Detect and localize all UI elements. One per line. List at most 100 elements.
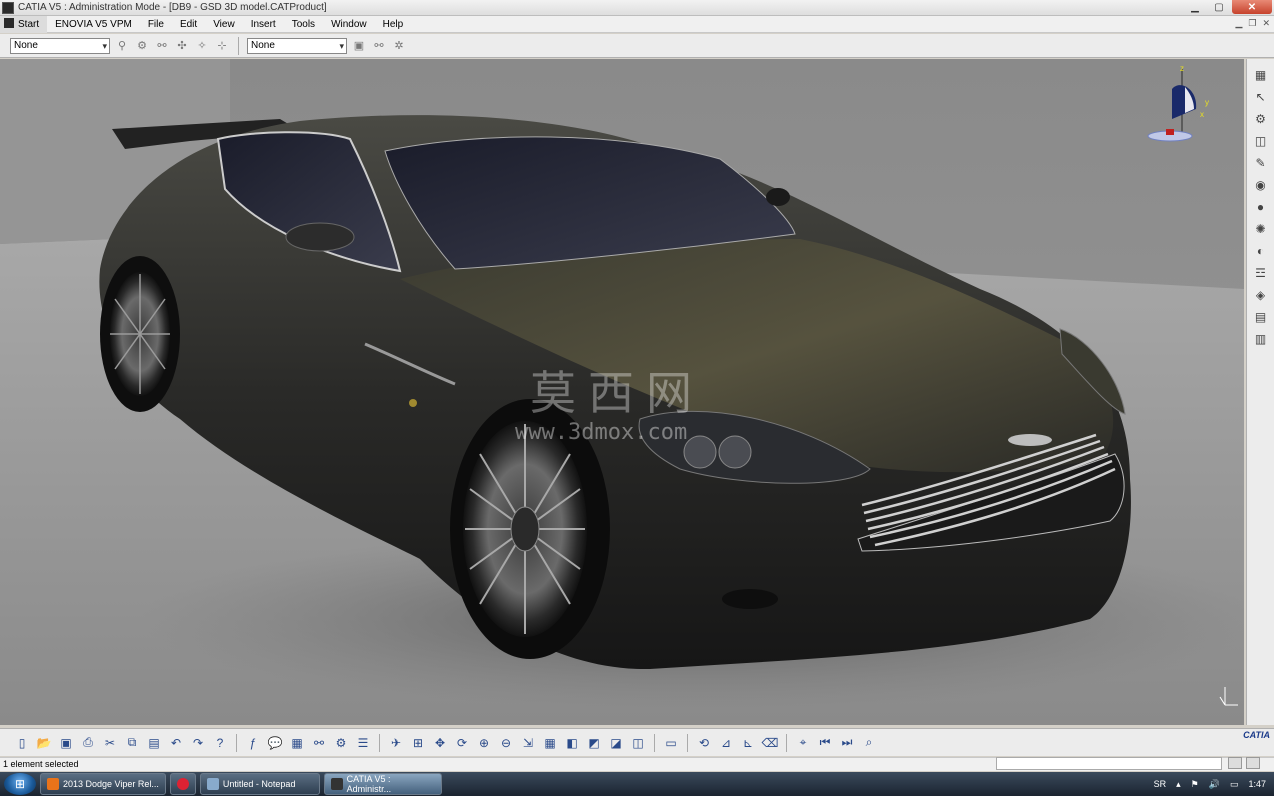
snap-icon[interactable]: ✣ [174, 38, 190, 54]
menu-help[interactable]: Help [375, 16, 412, 33]
axis-icon[interactable]: ⊹ [214, 38, 230, 54]
3d-viewport[interactable]: z y x 莫西网 www.3dmox.com [0, 59, 1244, 725]
transform-icon[interactable]: ⚯ [371, 38, 387, 54]
capture-icon[interactable]: ▭ [661, 733, 681, 753]
lights-icon[interactable]: ✺ [1252, 221, 1270, 237]
whats-this-icon[interactable]: ? [210, 733, 230, 753]
tree-icon[interactable]: ⚯ [309, 733, 329, 753]
shooting-icon[interactable]: ◈ [1252, 287, 1270, 303]
analysis-icon[interactable]: ☲ [1252, 265, 1270, 281]
compass-y-label: y [1205, 98, 1209, 107]
table-icon[interactable]: ▦ [287, 733, 307, 753]
video-icon[interactable]: ▥ [1252, 331, 1270, 347]
paste-icon[interactable]: ▤ [144, 733, 164, 753]
rotate-icon[interactable]: ⟳ [452, 733, 472, 753]
toolbar-separator [236, 733, 237, 752]
doc-close-icon[interactable]: ✕ [1262, 18, 1270, 29]
catalog-icon[interactable]: ☰ [353, 733, 373, 753]
formula-icon[interactable]: ƒ [243, 733, 263, 753]
target-icon[interactable]: ⌖ [793, 733, 813, 753]
eraser-icon[interactable]: ⌫ [760, 733, 780, 753]
sketch-icon[interactable]: ✎ [1252, 155, 1270, 171]
sparkle-icon[interactable]: ✧ [194, 38, 210, 54]
style-select[interactable]: None [247, 37, 347, 54]
menu-window[interactable]: Window [323, 16, 375, 33]
power-input-icon[interactable] [1228, 757, 1242, 769]
print-icon[interactable]: ⎙ [78, 733, 98, 753]
menu-insert[interactable]: Insert [243, 16, 284, 33]
language-indicator[interactable]: SR [1154, 779, 1167, 789]
pan-icon[interactable]: ✥ [430, 733, 450, 753]
cut-icon[interactable]: ✂ [100, 733, 120, 753]
network-icon[interactable]: ▭ [1230, 779, 1239, 790]
link-icon[interactable]: ⚯ [154, 38, 170, 54]
turntable-icon[interactable]: ▤ [1252, 309, 1270, 325]
filter-icon[interactable]: ⚲ [114, 38, 130, 54]
menu-view[interactable]: View [205, 16, 243, 33]
windows-taskbar: ⊞ 2013 Dodge Viper Rel... Untitled - Not… [0, 772, 1274, 796]
multi-view-icon[interactable]: ▦ [540, 733, 560, 753]
measure-item-icon[interactable]: ⊾ [738, 733, 758, 753]
doc-restore-icon[interactable]: ❐ [1248, 18, 1256, 29]
speaker-icon[interactable]: 🔊 [1209, 779, 1220, 790]
apply-style-icon[interactable]: ▣ [351, 38, 367, 54]
undo-icon[interactable]: ↶ [166, 733, 186, 753]
flag-icon[interactable]: ⚑ [1191, 779, 1199, 790]
copy-style-icon[interactable]: ✲ [391, 38, 407, 54]
windows-start-button[interactable]: ⊞ [4, 773, 36, 795]
taskbar-item-firefox[interactable]: 2013 Dodge Viper Rel... [40, 773, 166, 795]
menu-enovia[interactable]: ENOVIA V5 VPM [47, 16, 140, 33]
macro-icon[interactable]: ⚙ [331, 733, 351, 753]
taskbar-item-catia[interactable]: CATIA V5 : Administr... [323, 773, 442, 795]
first-icon[interactable]: ⏮ [815, 733, 835, 753]
render-icon[interactable]: ◉ [1252, 177, 1270, 193]
part-icon[interactable]: ◫ [1252, 133, 1270, 149]
zoom-out-icon[interactable]: ⊖ [496, 733, 516, 753]
environment-icon[interactable]: ◐ [1252, 243, 1270, 259]
car-render: z y x 莫西网 www.3dmox.com [0, 59, 1244, 725]
catia-app-icon[interactable] [2, 1, 14, 14]
fit-all-icon[interactable]: ⊞ [408, 733, 428, 753]
render-style-icon[interactable]: ◩ [584, 733, 604, 753]
menu-edit[interactable]: Edit [172, 16, 205, 33]
select-arrow-icon[interactable]: ↖ [1252, 89, 1270, 105]
toolbar-separator [786, 733, 787, 752]
command-input[interactable] [996, 757, 1222, 770]
menu-bar: Start ENOVIA V5 VPM File Edit View Inser… [0, 15, 1274, 33]
menu-start[interactable]: Start [0, 15, 48, 33]
menu-file[interactable]: File [140, 16, 172, 33]
copy-icon[interactable]: ⧉ [122, 733, 142, 753]
save-icon[interactable]: ▣ [56, 733, 76, 753]
taskbar-item-label: CATIA V5 : Administr... [346, 774, 392, 794]
hide-show-icon[interactable]: ◪ [606, 733, 626, 753]
window-controls: ▁ ▢ ✕ [1184, 0, 1272, 14]
comment-icon[interactable]: 💬 [265, 733, 285, 753]
tray-arrow-icon[interactable]: ▴ [1176, 779, 1181, 790]
workbench-icon[interactable]: ▦ [1252, 67, 1270, 83]
update-icon[interactable]: ⟲ [694, 733, 714, 753]
open-icon[interactable]: 📂 [34, 733, 54, 753]
taskbar-item-chrome[interactable] [169, 773, 196, 795]
clock[interactable]: 1:47 [1248, 779, 1266, 789]
layer-select[interactable]: None [10, 37, 110, 54]
swap-space-icon[interactable]: ◫ [628, 733, 648, 753]
fly-icon[interactable]: ✈ [386, 733, 406, 753]
search-icon[interactable]: ⌕ [859, 733, 879, 753]
zoom-in-icon[interactable]: ⊕ [474, 733, 494, 753]
iso-view-icon[interactable]: ◧ [562, 733, 582, 753]
new-icon[interactable]: ▯ [12, 733, 32, 753]
menu-tools[interactable]: Tools [284, 16, 323, 33]
taskbar-item-notepad[interactable]: Untitled - Notepad [199, 773, 320, 795]
maximize-button[interactable]: ▢ [1208, 0, 1230, 14]
measure-icon[interactable]: ⊿ [716, 733, 736, 753]
normal-view-icon[interactable]: ⇲ [518, 733, 538, 753]
properties-icon[interactable]: ⚙ [134, 38, 150, 54]
doc-minimize-icon[interactable]: ▁ [1235, 18, 1242, 29]
product-icon[interactable]: ⚙ [1252, 111, 1270, 127]
close-button[interactable]: ✕ [1232, 0, 1272, 14]
cancel-command-icon[interactable] [1246, 757, 1260, 769]
minimize-button[interactable]: ▁ [1184, 0, 1206, 14]
redo-icon[interactable]: ↷ [188, 733, 208, 753]
last-icon[interactable]: ⏭ [837, 733, 857, 753]
material-icon[interactable]: ● [1252, 199, 1270, 215]
